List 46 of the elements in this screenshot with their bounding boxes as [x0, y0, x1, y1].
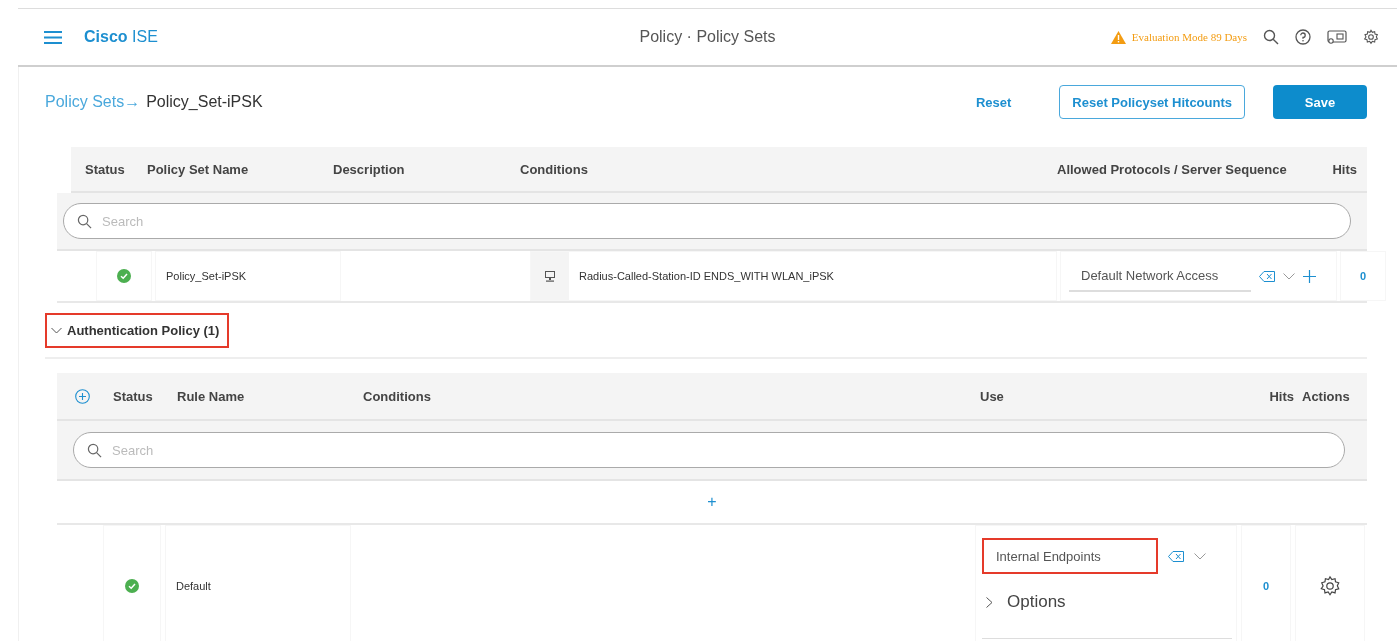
column-header: Use: [980, 388, 1005, 404]
devices-icon[interactable]: [1327, 29, 1347, 45]
settings-icon[interactable]: [1363, 29, 1379, 45]
hit-count[interactable]: 0: [1359, 270, 1367, 282]
add-icon[interactable]: [1303, 269, 1316, 283]
search-icon[interactable]: [1263, 29, 1279, 45]
column-header: Description: [333, 161, 406, 177]
column-header: Status: [85, 161, 126, 177]
breadcrumb-current: Policy_Set-iPSK: [146, 93, 263, 111]
settings-icon[interactable]: [1319, 575, 1341, 597]
chevron-down-icon[interactable]: [1194, 552, 1206, 560]
column-header: Hits: [1268, 388, 1295, 404]
chevron-icon: [986, 596, 993, 608]
column-header: Policy Set Name: [147, 161, 250, 177]
search-field[interactable]: Search: [63, 203, 1351, 239]
add-rule-icon[interactable]: [75, 388, 90, 404]
options-toggle[interactable]: Options: [982, 592, 1066, 612]
column-header: Hits: [1331, 161, 1358, 177]
column-header: Conditions: [363, 388, 432, 404]
column-header: Allowed Protocols / Server Sequence: [1057, 161, 1288, 177]
product-logo: Cisco ISE: [84, 28, 158, 46]
clear-icon[interactable]: [1259, 270, 1275, 282]
table-cell-text: Default: [175, 580, 211, 592]
condition-text: Radius-Called-Station-ID ENDS_WITH WLAN_iPSK: [578, 270, 834, 282]
reset-hitcounts-button[interactable]: Reset Policyset Hitcounts: [1059, 85, 1245, 119]
column-header: Conditions: [520, 161, 589, 177]
breadcrumb-link[interactable]: Policy Sets→: [45, 93, 141, 111]
column-header: Rule Name: [177, 388, 246, 404]
search-field[interactable]: Search: [73, 432, 1345, 468]
reset-button[interactable]: Reset: [969, 93, 1018, 111]
save-button[interactable]: Save: [1273, 85, 1367, 119]
column-header: Actions: [1302, 388, 1351, 404]
hit-count[interactable]: 0: [1262, 580, 1270, 592]
column-header: Status: [113, 388, 154, 404]
add-row-button[interactable]: +: [703, 493, 721, 511]
warning-icon: [1110, 30, 1126, 44]
evaluation-notice[interactable]: Evaluation Mode 89 Days: [1131, 31, 1247, 43]
chevron-down-icon[interactable]: [1283, 272, 1295, 280]
identity-source-dropdown[interactable]: Internal Endpoints: [982, 538, 1158, 574]
menu-icon[interactable]: [44, 30, 62, 44]
monitor-icon: [545, 270, 555, 282]
authentication-policy-toggle[interactable]: Authentication Policy (1): [45, 312, 230, 348]
page-title: Policy · Policy Sets: [639, 28, 776, 46]
table-cell-text: Policy_Set-iPSK: [165, 270, 247, 282]
clear-icon[interactable]: [1168, 550, 1184, 562]
help-icon[interactable]: [1295, 29, 1311, 45]
